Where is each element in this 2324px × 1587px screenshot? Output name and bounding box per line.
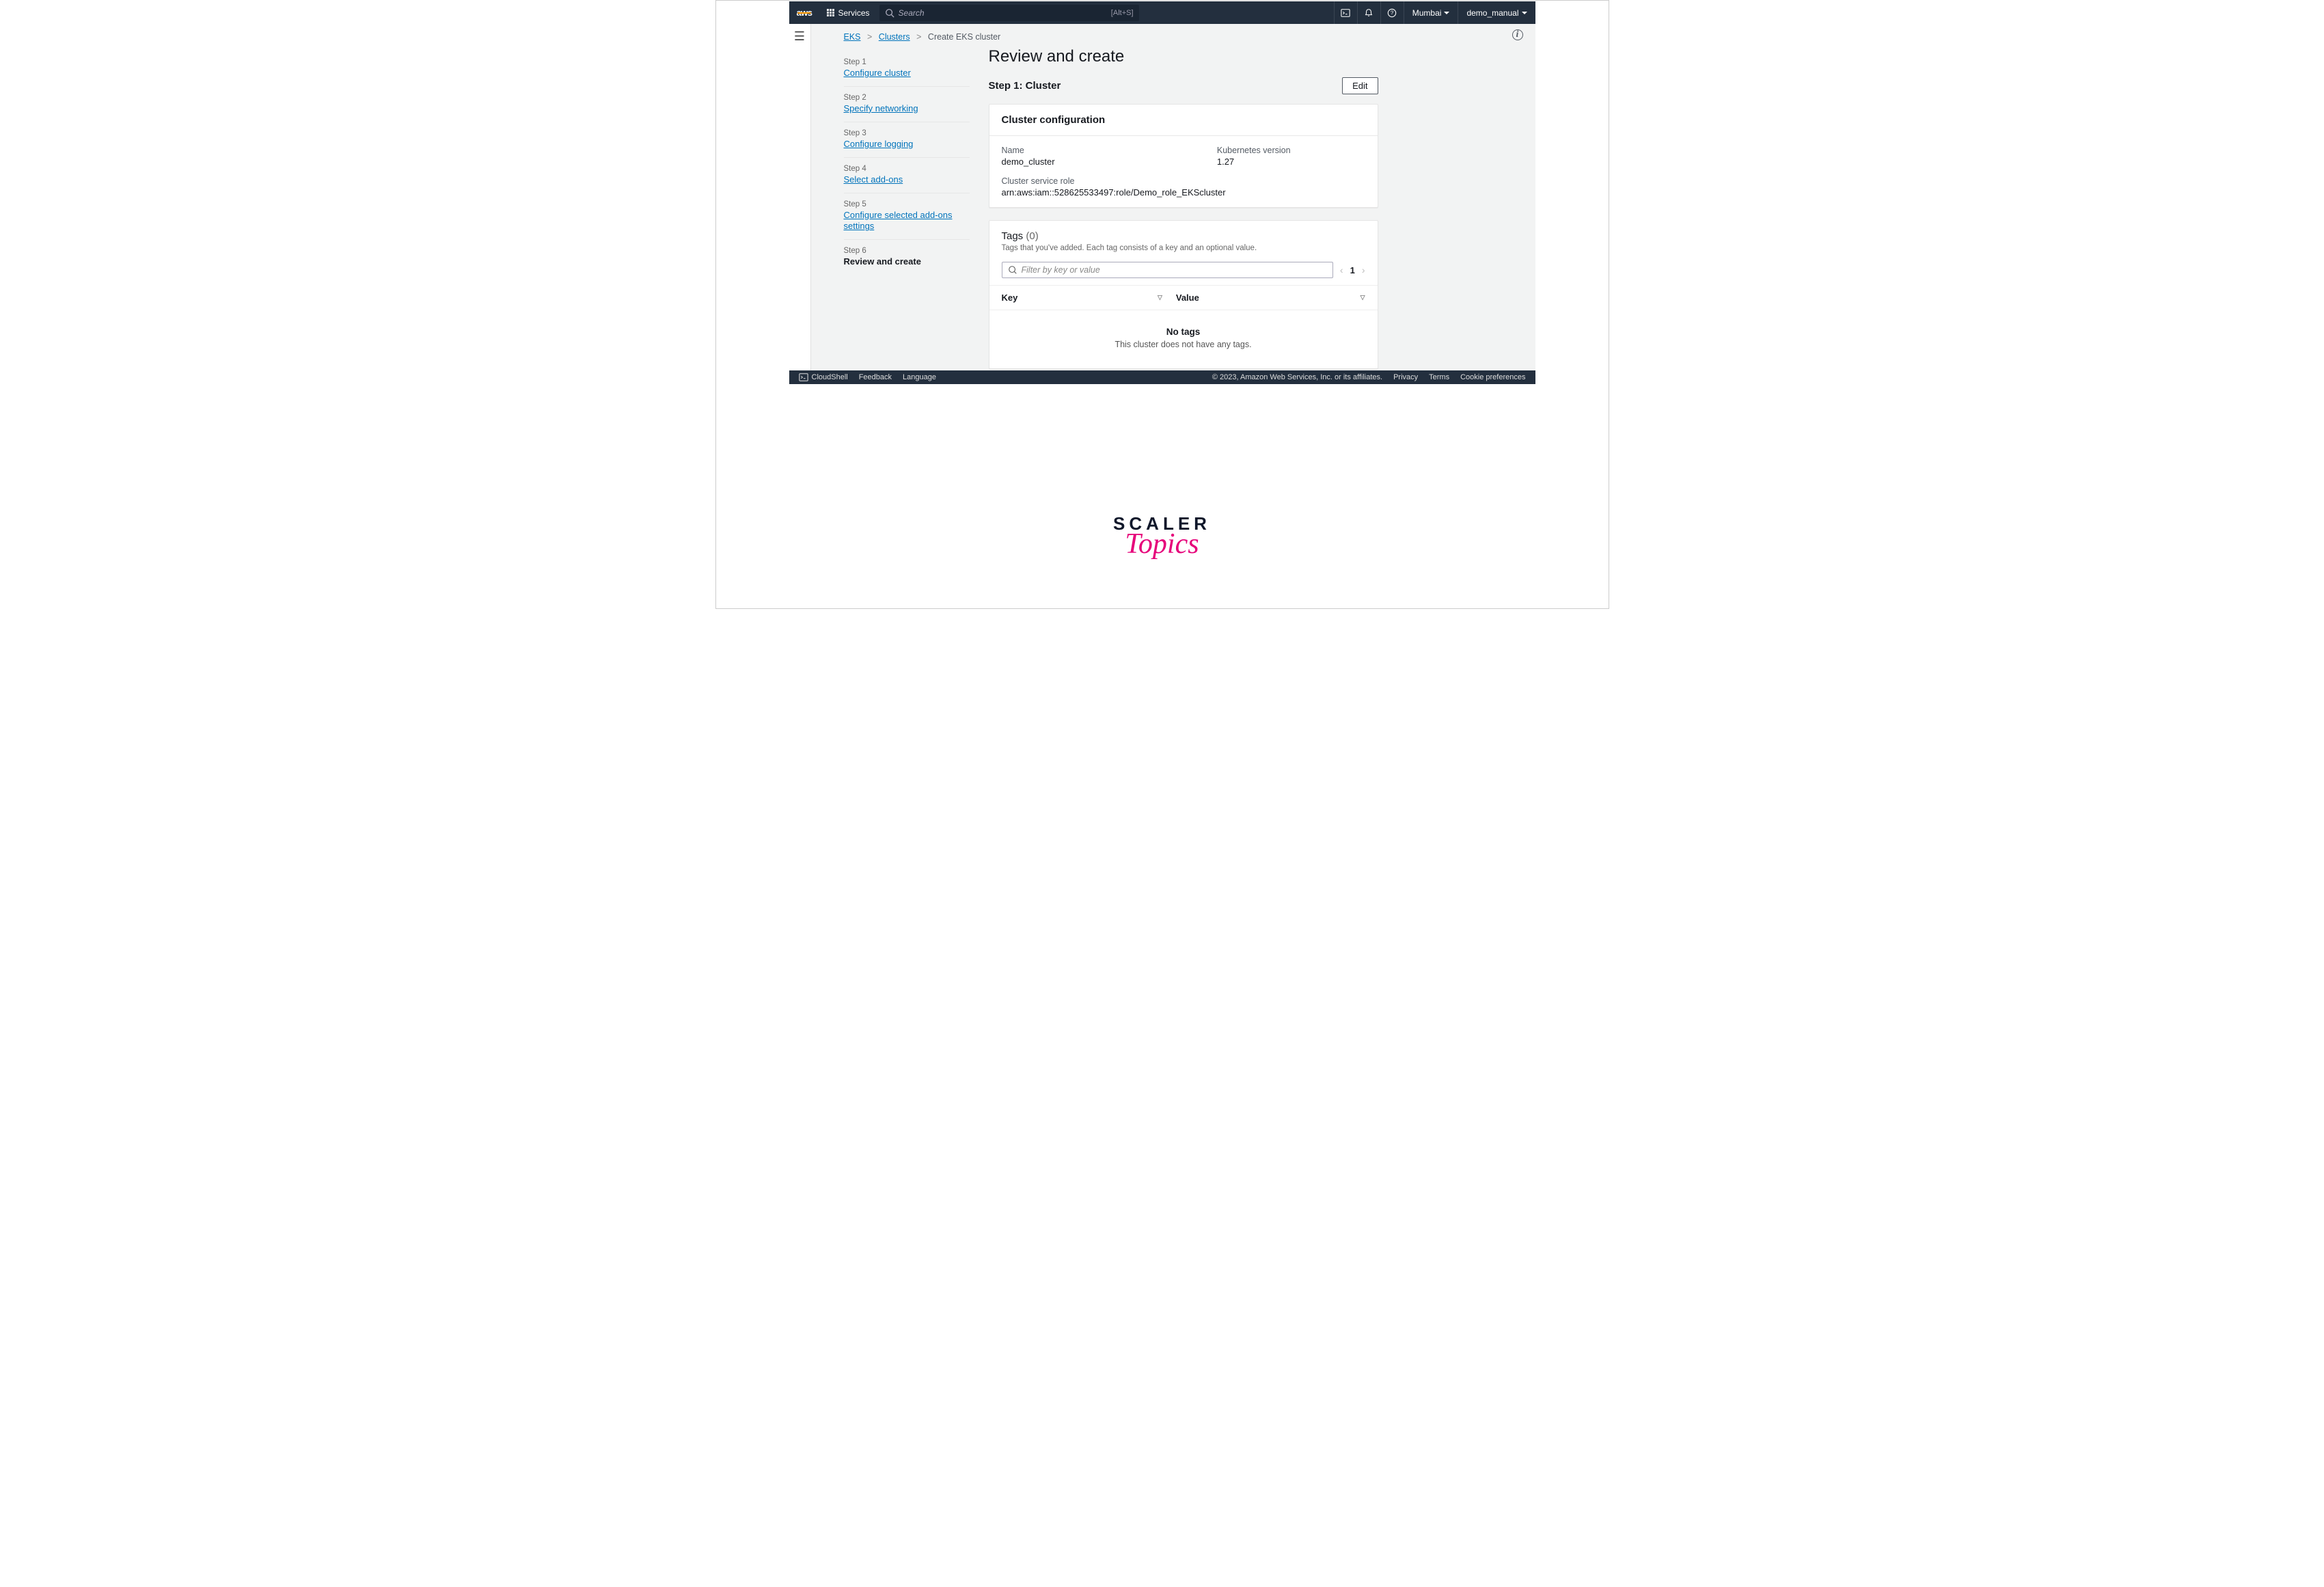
step-link-configure-logging[interactable]: Configure logging (844, 139, 970, 150)
tags-empty-text: This cluster does not have any tags. (996, 340, 1371, 349)
page-title: Review and create (989, 47, 1378, 66)
footer-terms[interactable]: Terms (1429, 373, 1449, 381)
search-box[interactable]: [Alt+S] (879, 5, 1139, 21)
tags-th-key[interactable]: Key ▽ (1002, 293, 1176, 303)
pager-prev-icon[interactable]: ‹ (1340, 264, 1343, 275)
notifications-icon[interactable] (1357, 1, 1380, 24)
footer-language[interactable]: Language (903, 373, 936, 381)
help-icon[interactable]: ? (1380, 1, 1404, 24)
sort-icon: ▽ (1361, 294, 1365, 301)
pager-next-icon[interactable]: › (1362, 264, 1365, 275)
step-current-review: Review and create (844, 256, 970, 267)
search-icon (1008, 265, 1017, 275)
step-link-configure-cluster[interactable]: Configure cluster (844, 68, 970, 79)
step-label: Step 5 (844, 200, 970, 208)
footer-cloudshell[interactable]: CloudShell (799, 372, 848, 382)
menu-toggle-icon[interactable]: ☰ (789, 29, 810, 44)
footer-privacy[interactable]: Privacy (1393, 373, 1418, 381)
name-value: demo_cluster (1002, 157, 1176, 167)
panel-header: Cluster configuration (989, 105, 1378, 136)
search-input[interactable] (899, 8, 1107, 18)
tags-count: (0) (1026, 230, 1038, 242)
cloudshell-icon[interactable] (1334, 1, 1357, 24)
search-kbd-hint: [Alt+S] (1111, 9, 1134, 17)
tags-th-value[interactable]: Value ▽ (1176, 293, 1365, 303)
tags-description: Tags that you've added. Each tag consist… (1002, 244, 1365, 252)
pager-current: 1 (1350, 265, 1355, 275)
step-link-select-addons[interactable]: Select add-ons (844, 174, 970, 186)
svg-text:?: ? (1391, 10, 1394, 16)
footer-copyright: © 2023, Amazon Web Services, Inc. or its… (1212, 373, 1382, 381)
footer-feedback[interactable]: Feedback (859, 373, 892, 381)
services-label: Services (838, 8, 870, 18)
name-label: Name (1002, 146, 1176, 155)
tags-empty-title: No tags (996, 327, 1371, 337)
k8s-version-label: Kubernetes version (1217, 146, 1291, 155)
footer-cookies[interactable]: Cookie preferences (1460, 373, 1525, 381)
service-role-label: Cluster service role (1002, 176, 1226, 186)
step-link-configure-addons-settings[interactable]: Configure selected add-ons settings (844, 210, 970, 233)
watermark: SCALER Topics (1113, 513, 1211, 560)
section-title: Step 1: Cluster (989, 80, 1061, 92)
step-label: Step 1 (844, 58, 970, 66)
breadcrumb-current: Create EKS cluster (928, 32, 1000, 42)
step-label: Step 4 (844, 165, 970, 173)
k8s-version-value: 1.27 (1217, 157, 1291, 167)
region-label: Mumbai (1412, 8, 1442, 18)
tags-panel: Tags (0) Tags that you've added. Each ta… (989, 220, 1378, 369)
cluster-config-panel: Cluster configuration Name demo_cluster … (989, 104, 1378, 208)
sort-icon: ▽ (1158, 294, 1162, 301)
chevron-down-icon (1522, 12, 1527, 14)
aws-logo[interactable]: aws (789, 8, 820, 18)
tags-title: Tags (0) (1002, 230, 1039, 242)
user-menu[interactable]: demo_manual (1458, 1, 1535, 24)
services-button[interactable]: Services (820, 1, 877, 24)
region-selector[interactable]: Mumbai (1404, 1, 1458, 24)
user-label: demo_manual (1466, 8, 1518, 18)
top-nav: aws Services [Alt+S] ? (789, 1, 1535, 24)
wizard-stepper: Step 1 Configure cluster Step 2 Specify … (844, 47, 970, 370)
step-link-specify-networking[interactable]: Specify networking (844, 103, 970, 115)
footer: CloudShell Feedback Language © 2023, Ama… (789, 370, 1535, 384)
tags-filter-input[interactable] (1022, 265, 1327, 275)
info-icon[interactable]: i (1512, 29, 1523, 40)
breadcrumb: EKS > Clusters > Create EKS cluster (811, 24, 1535, 47)
search-icon (885, 8, 894, 18)
watermark-bottom: Topics (1113, 528, 1211, 560)
step-label: Step 2 (844, 94, 970, 102)
chevron-down-icon (1444, 12, 1449, 14)
tags-filter-box[interactable] (1002, 262, 1333, 278)
breadcrumb-clusters[interactable]: Clusters (879, 32, 910, 42)
step-label: Step 3 (844, 129, 970, 137)
service-role-value: arn:aws:iam::528625533497:role/Demo_role… (1002, 187, 1226, 198)
services-grid-icon (827, 9, 834, 16)
step-label: Step 6 (844, 247, 970, 255)
cloudshell-icon (799, 372, 808, 382)
breadcrumb-eks[interactable]: EKS (844, 32, 861, 42)
tags-pager: ‹ 1 › (1340, 264, 1365, 275)
edit-button[interactable]: Edit (1342, 77, 1378, 94)
